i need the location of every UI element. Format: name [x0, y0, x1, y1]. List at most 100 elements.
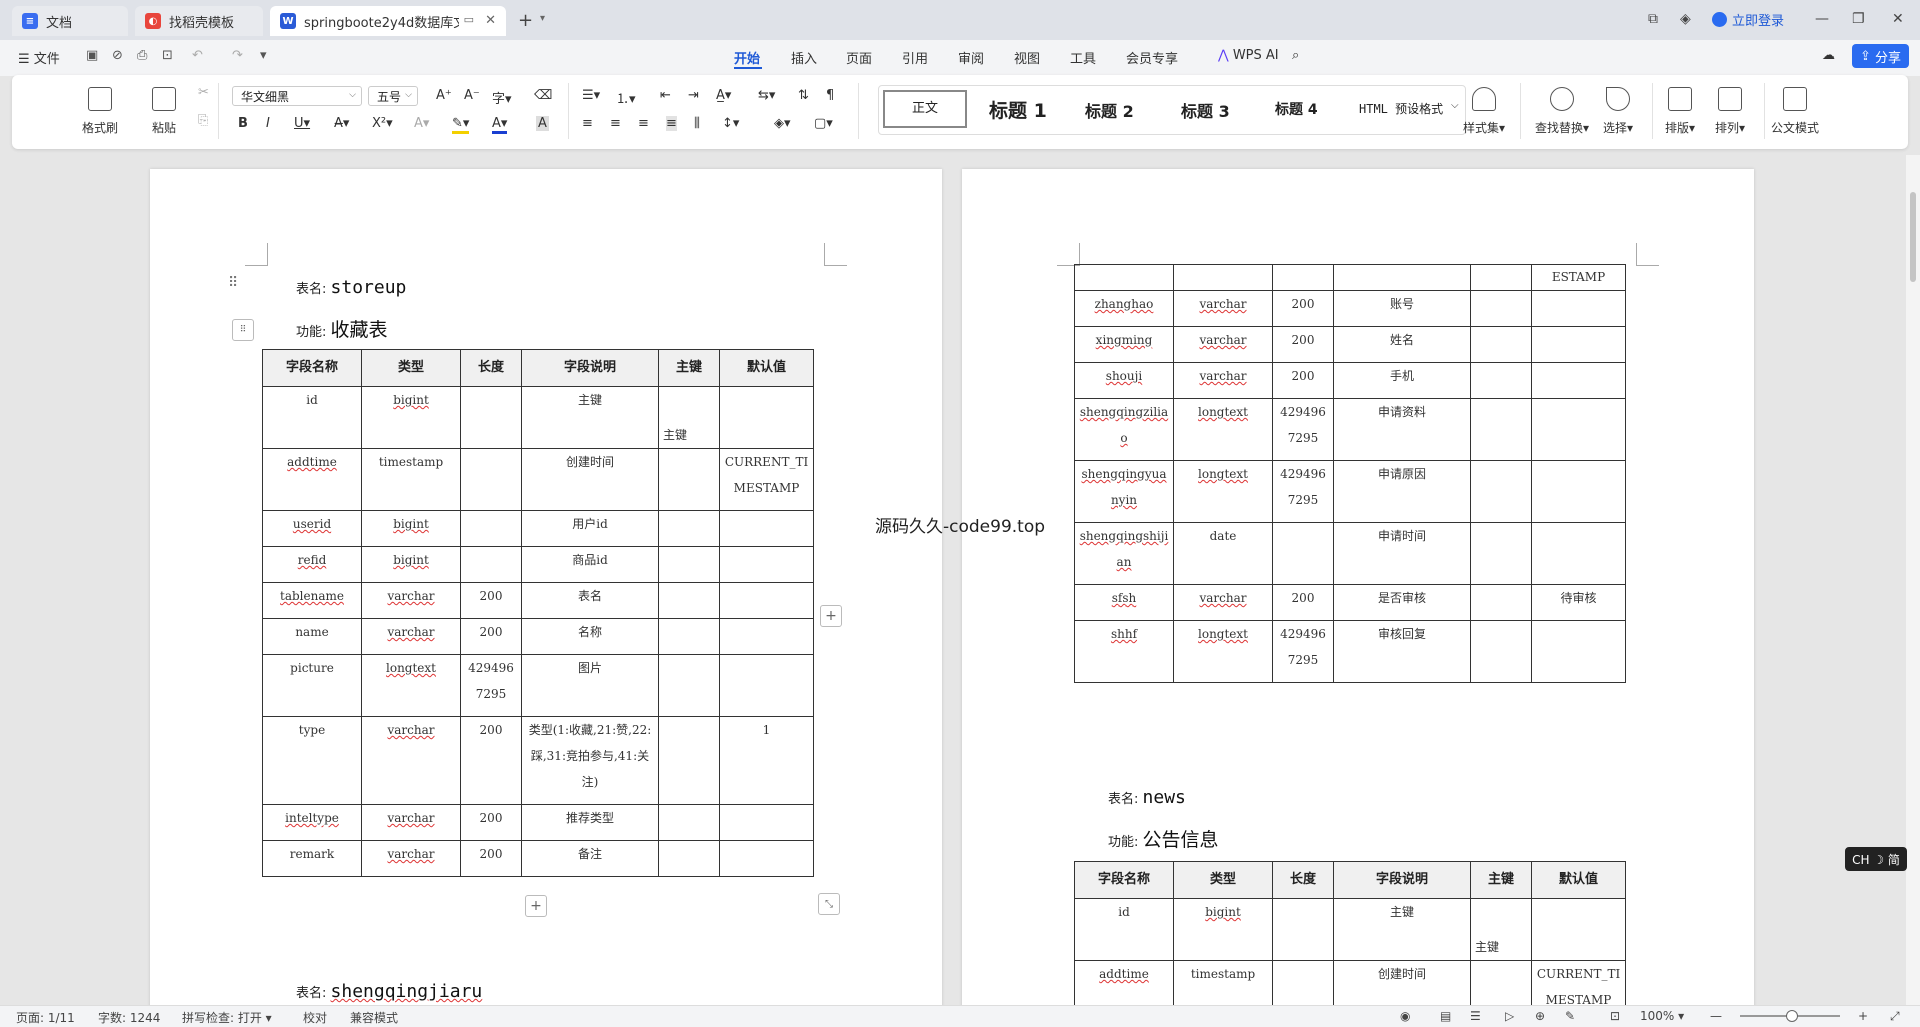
save-icon[interactable]: ▣: [86, 48, 98, 63]
strikethrough-icon[interactable]: A̶▾: [334, 116, 349, 131]
table-resize-icon[interactable]: ⤡: [818, 893, 840, 915]
text-effect-icon[interactable]: A▾: [414, 116, 429, 131]
share-button[interactable]: ⇪ 分享: [1852, 44, 1909, 68]
bullet-list-icon[interactable]: ☰▾: [582, 88, 600, 103]
vertical-scrollbar[interactable]: [1906, 155, 1920, 1005]
zoom-out-icon[interactable]: —: [1710, 1009, 1722, 1023]
fullscreen-icon[interactable]: ⤢: [1890, 1009, 1900, 1024]
pen-icon[interactable]: ✎: [1565, 1009, 1575, 1023]
monitor-icon[interactable]: ▭: [464, 13, 474, 26]
tab-docs[interactable]: ≡ 文档: [12, 6, 128, 36]
wps-ai-button[interactable]: ⋀ WPS AI: [1218, 48, 1279, 63]
zoom-level[interactable]: 100% ▾: [1640, 1009, 1684, 1023]
page-indicator[interactable]: 页面: 1/11: [16, 1009, 75, 1026]
proofread-button[interactable]: 校对: [303, 1009, 327, 1026]
add-column-icon[interactable]: +: [820, 605, 842, 627]
menu-page[interactable]: 页面: [846, 48, 872, 67]
shrink-font-icon[interactable]: A⁻: [464, 88, 480, 103]
style-heading-1[interactable]: 标题 1: [989, 96, 1047, 123]
sort-icon[interactable]: ⇅: [798, 88, 809, 103]
superscript-icon[interactable]: X²▾: [372, 116, 393, 131]
menu-tools[interactable]: 工具: [1070, 48, 1096, 67]
print-icon[interactable]: ⎙: [137, 48, 147, 63]
align-center-icon[interactable]: ≡: [610, 116, 621, 131]
font-size-select[interactable]: 五号 ⌵: [368, 86, 418, 106]
file-menu[interactable]: ☰ 文件: [18, 48, 60, 67]
spell-check-toggle[interactable]: 拼写检查: 打开 ▾: [182, 1009, 272, 1026]
undo-icon[interactable]: ↶: [192, 48, 203, 63]
minimize-icon[interactable]: —: [1815, 11, 1829, 27]
highlight-icon[interactable]: ✎▾: [452, 116, 470, 134]
font-name-select[interactable]: 华文细黑 ⌵: [232, 86, 362, 106]
print-preview-icon[interactable]: ⊡: [162, 48, 173, 63]
play-icon[interactable]: ▷: [1505, 1009, 1514, 1023]
style-heading-4[interactable]: 标题 4: [1275, 99, 1318, 119]
restore-icon[interactable]: ❐: [1852, 11, 1865, 27]
format-painter-button[interactable]: 格式刷: [80, 87, 120, 136]
chevron-down-icon[interactable]: ▾: [540, 13, 545, 24]
paste-button[interactable]: 粘贴: [144, 87, 184, 136]
cube-icon[interactable]: ◈: [1680, 11, 1691, 27]
align-right-icon[interactable]: ≡: [638, 116, 649, 131]
justify-icon[interactable]: ≡: [666, 116, 677, 131]
distribute-icon[interactable]: ⫼: [694, 116, 700, 131]
redo-icon[interactable]: ↷: [232, 48, 243, 63]
style-heading-3[interactable]: 标题 3: [1181, 98, 1230, 122]
menu-view[interactable]: 视图: [1014, 48, 1040, 67]
more-icon[interactable]: ▾: [260, 48, 267, 63]
login-button[interactable]: 立即登录: [1712, 10, 1784, 29]
copy-icon[interactable]: ⎘: [198, 113, 208, 128]
window-mode-icon[interactable]: ⧉: [1648, 11, 1658, 27]
ime-indicator[interactable]: CH ☽ 简: [1845, 847, 1907, 871]
menu-reference[interactable]: 引用: [902, 48, 928, 67]
search-icon[interactable]: ⌕: [1292, 48, 1299, 63]
zoom-slider-knob[interactable]: [1786, 1010, 1798, 1022]
increase-indent-icon[interactable]: ⇥: [688, 88, 699, 103]
link-icon[interactable]: ⊘: [112, 48, 123, 63]
eye-protect-icon[interactable]: ◉: [1400, 1009, 1410, 1023]
web-view-icon[interactable]: ⊕: [1535, 1009, 1545, 1023]
add-row-icon[interactable]: +: [525, 895, 547, 917]
layout-button[interactable]: 排版▾: [1660, 87, 1700, 136]
select-button[interactable]: 选择▾: [1598, 87, 1638, 136]
shading-icon[interactable]: ◈▾: [774, 116, 791, 131]
phonetic-icon[interactable]: 字▾: [492, 88, 512, 107]
font-color-icon[interactable]: A▾: [492, 116, 508, 134]
page-view-icon[interactable]: ▤: [1440, 1009, 1451, 1023]
menu-review[interactable]: 审阅: [958, 48, 984, 67]
grow-font-icon[interactable]: A⁺: [436, 88, 452, 103]
style-set-button[interactable]: 样式集▾: [1454, 87, 1514, 136]
menu-insert[interactable]: 插入: [791, 48, 817, 67]
tab-docer[interactable]: ◐ 找稻壳模板: [135, 6, 263, 36]
italic-icon[interactable]: I: [266, 116, 270, 131]
menu-home[interactable]: 开始: [734, 48, 760, 67]
tab-document[interactable]: W springboote2y4d数据库文档 ▭ ✕: [270, 6, 506, 36]
cut-icon[interactable]: ✂: [198, 85, 209, 100]
zoom-in-icon[interactable]: +: [1858, 1009, 1868, 1023]
numbered-list-icon[interactable]: ⒈▾: [616, 88, 636, 107]
drag-handle-icon[interactable]: ⠿: [228, 275, 238, 291]
line-spacing-icon[interactable]: ↕▾: [722, 116, 739, 131]
scrollbar-thumb[interactable]: [1910, 192, 1916, 282]
word-count[interactable]: 字数: 1244: [98, 1009, 160, 1026]
find-replace-button[interactable]: 查找替换▾: [1530, 87, 1594, 136]
char-shading-icon[interactable]: A: [536, 116, 549, 131]
arrange-button[interactable]: 排列▾: [1710, 87, 1750, 136]
close-icon[interactable]: ✕: [485, 13, 496, 28]
align-left-icon[interactable]: ≡: [582, 116, 593, 131]
border-icon[interactable]: ▢▾: [814, 116, 833, 131]
clear-format-icon[interactable]: ⌫: [534, 88, 552, 103]
window-close-icon[interactable]: ✕: [1892, 11, 1904, 27]
style-normal[interactable]: 正文: [883, 90, 967, 128]
cloud-upload-icon[interactable]: ☁: [1822, 48, 1835, 63]
underline-icon[interactable]: U▾: [294, 116, 310, 131]
style-html-preformatted[interactable]: HTML 预设格式: [1359, 100, 1449, 117]
menu-member[interactable]: 会员专享: [1126, 48, 1178, 67]
fit-icon[interactable]: ⊡: [1610, 1009, 1620, 1023]
doc-mode-button[interactable]: 公文模式: [1765, 87, 1825, 136]
decrease-indent-icon[interactable]: ⇤: [660, 88, 671, 103]
table-move-handle-icon[interactable]: ⠿: [232, 319, 254, 341]
new-tab-icon[interactable]: +: [518, 10, 533, 31]
outline-view-icon[interactable]: ☰: [1470, 1009, 1481, 1023]
show-marks-icon[interactable]: ¶: [826, 88, 834, 103]
